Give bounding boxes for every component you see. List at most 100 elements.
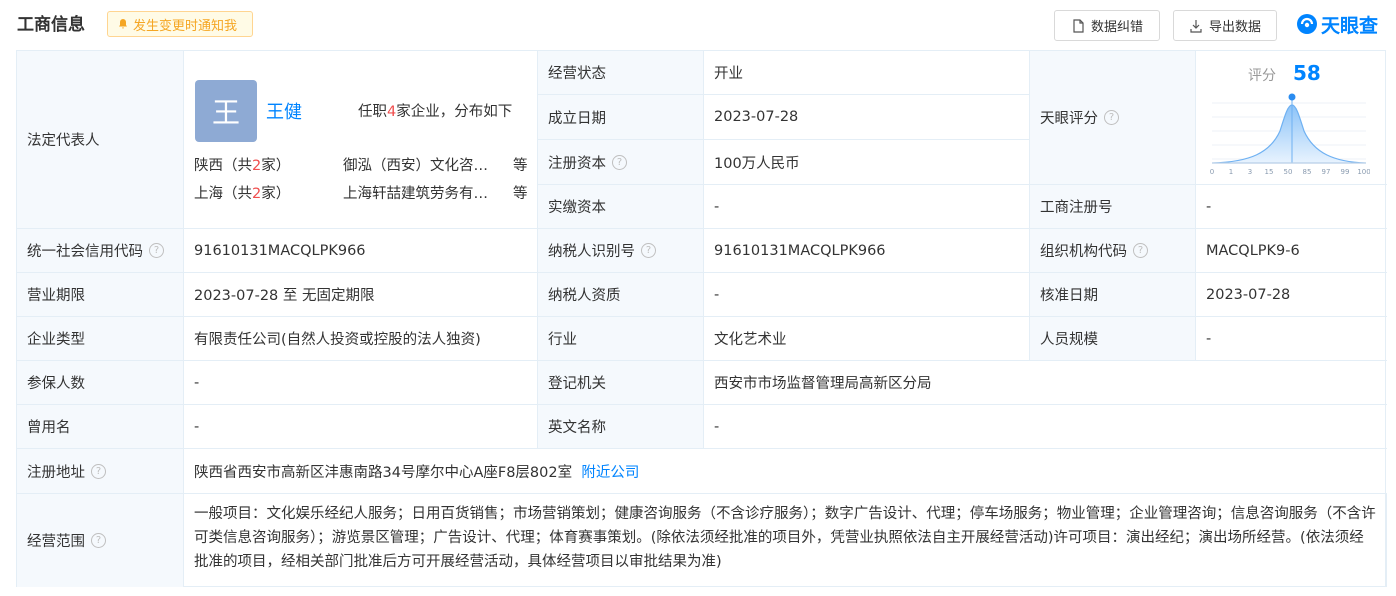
insured-value: - [194,374,200,391]
score-tick-labels: 0 1 3 15 50 85 97 99 100 [1210,168,1370,176]
positions-count[interactable]: 4 [387,104,396,120]
authority-value-cell: 西安市市场监督管理局高新区分局 [704,361,1387,405]
legal-rep-positions: 任职4家企业，分布如下 [358,100,512,121]
reg-capital-label: 注册资本 [548,155,606,172]
score-distribution-chart: 0 1 3 15 50 85 97 99 100 [1210,93,1370,176]
taxpayer-qual-label: 纳税人资质 [548,288,621,304]
status-value: 开业 [714,66,743,82]
status-value-cell: 开业 [704,51,1030,95]
org-code-label-cell: 组织机构代码? [1030,229,1196,273]
taxpayer-qual-label-cell: 纳税人资质 [538,273,704,317]
help-icon[interactable]: ? [149,243,164,258]
tianyancha-logo-icon [1297,14,1317,34]
notify-label: 发生变更时通知我 [133,18,238,34]
company-type-value-cell: 有限责任公司(自然人投资或控股的法人独资) [184,317,538,361]
region-suffix: 家） [261,186,291,202]
term-label-cell: 营业期限 [17,273,184,317]
region-suffix: 家） [261,158,291,174]
score-tick-label: 0 [1210,168,1214,176]
company-type-label-cell: 企业类型 [17,317,184,361]
scope-label: 经营范围 [27,534,85,550]
taxpayer-qual-value: - [714,286,720,303]
region-etc-shanghai: 等 [513,186,528,202]
score-tick-label: 97 [1322,168,1331,176]
score-tick-label: 1 [1229,168,1233,176]
scope-label-cell: 经营范围? [17,494,184,587]
taxpayer-id-value-cell: 91610131MACQLPK966 [704,229,1030,273]
reg-capital-value: 100万人民币 [714,155,800,172]
industry-value: 文化艺术业 [714,332,787,348]
help-icon[interactable]: ? [641,243,656,258]
former-name-value: - [194,418,200,435]
paid-capital-label-cell: 实缴资本 [538,185,704,229]
established-label-cell: 成立日期 [538,95,704,140]
legal-rep-name[interactable]: 王健 [266,98,302,124]
nearby-companies-link[interactable]: 附近公司 [581,461,639,482]
credit-code-label: 统一社会信用代码 [27,244,143,260]
paid-capital-value: - [714,198,720,215]
score-tick-label: 99 [1341,168,1350,176]
former-name-value-cell: - [184,405,538,449]
avatar-char: 王 [211,96,240,129]
download-icon [1190,19,1202,33]
region-company-shanghai[interactable]: 上海轩喆建筑劳务有… [343,182,488,203]
industry-label: 行业 [548,332,577,348]
english-name-value: - [714,418,720,435]
score-value: 58 [1293,61,1321,85]
reg-no-value-cell: - [1196,185,1387,229]
reg-capital-value-cell: 100万人民币 [704,140,1030,185]
former-name-label: 曾用名 [27,420,71,436]
established-label: 成立日期 [548,110,606,127]
score-tick-label: 50 [1284,168,1293,176]
address-value: 陕西省西安市高新区沣惠南路34号摩尔中心A座F8层802室 [194,464,573,481]
score-tick-label: 100 [1357,168,1370,176]
score-label: 评分 [1248,68,1276,84]
taxpayer-id-label: 纳税人识别号 [548,244,635,260]
approval-date-value: 2023-07-28 [1206,286,1291,303]
reg-no-label-cell: 工商注册号 [1030,185,1196,229]
credit-code-value: 91610131MACQLPK966 [194,242,366,259]
positions-prefix: 任职 [358,104,387,120]
authority-label-cell: 登记机关 [538,361,704,405]
document-icon [1073,18,1084,33]
tianyan-score-label-cell: 天眼评分? [1030,51,1196,185]
help-icon[interactable]: ? [1104,110,1119,125]
former-name-label-cell: 曾用名 [17,405,184,449]
taxpayer-id-label-cell: 纳税人识别号? [538,229,704,273]
scope-value: 一般项目：文化娱乐经纪人服务；日用百货销售；市场营销策划；健康咨询服务（不含诊疗… [184,494,1387,587]
data-correction-button[interactable]: 数据纠错 [1054,10,1160,41]
notify-change-button[interactable]: 发生变更时通知我 [107,11,253,37]
staff-size-value: - [1206,330,1212,347]
taxpayer-qual-value-cell: - [704,273,1030,317]
approval-date-label: 核准日期 [1040,288,1098,304]
score-tick-label: 85 [1303,168,1312,176]
region-row-shaanxi[interactable]: 陕西（共2家） [194,154,290,175]
staff-size-label-cell: 人员规模 [1030,317,1196,361]
approval-date-value-cell: 2023-07-28 [1196,273,1387,317]
logo-text: 天眼查 [1321,14,1379,37]
export-data-button[interactable]: 导出数据 [1173,10,1277,41]
tianyan-score-label: 天眼评分 [1040,111,1098,127]
help-icon[interactable]: ? [91,463,106,479]
help-icon[interactable]: ? [91,533,106,548]
status-label-cell: 经营状态 [538,51,704,95]
business-info-table: 法定代表人 王 王健 任职4家企业，分布如下 陕西（共2家） 御泓（西安）文化咨… [16,50,1387,587]
staff-size-value-cell: - [1196,317,1387,361]
english-name-label: 英文名称 [548,420,606,436]
region-row-shanghai[interactable]: 上海（共2家） [194,182,290,203]
authority-label: 登记机关 [548,376,606,392]
avatar[interactable]: 王 [195,80,257,142]
export-data-label: 导出数据 [1208,20,1261,35]
help-icon[interactable]: ? [1133,243,1148,258]
region-company-shaanxi[interactable]: 御泓（西安）文化咨… [343,154,488,175]
section-header: 工商信息 发生变更时通知我 数据纠错 导出数据 天眼查 [0,0,1396,50]
paid-capital-value-cell: - [704,185,1030,229]
bell-icon [119,19,127,29]
org-code-label: 组织机构代码 [1040,244,1127,260]
staff-size-label: 人员规模 [1040,332,1098,348]
term-label: 营业期限 [27,288,85,304]
approval-date-label-cell: 核准日期 [1030,273,1196,317]
legal-rep-label: 法定代表人 [27,133,100,149]
region-etc-shaanxi: 等 [513,158,528,174]
help-icon[interactable]: ? [612,154,627,170]
